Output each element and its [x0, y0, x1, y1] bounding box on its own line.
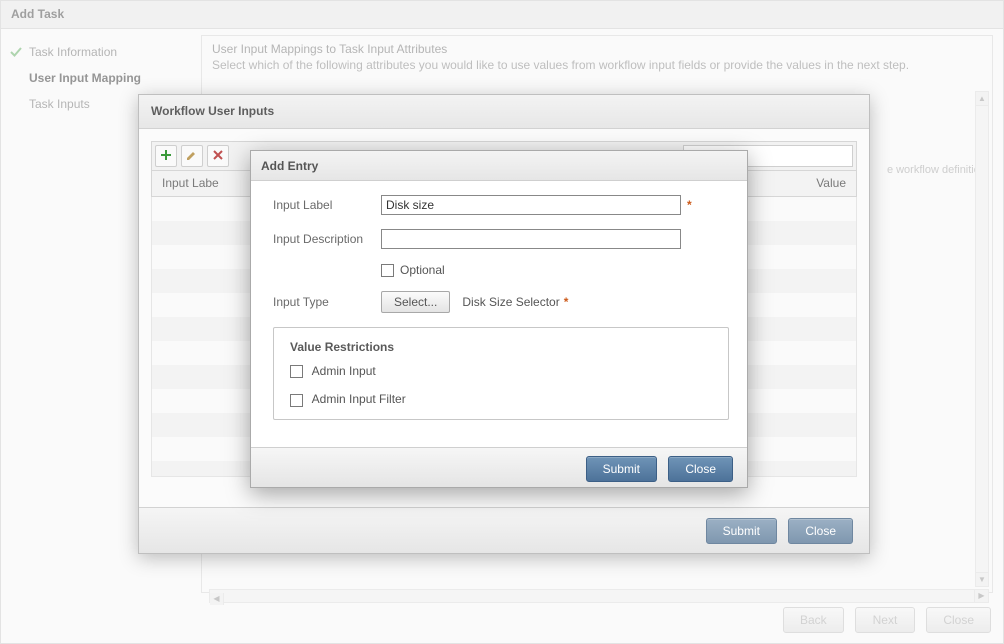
- add-entry-title: Add Entry: [251, 151, 747, 181]
- legend-value-restrictions: Value Restrictions: [290, 340, 712, 354]
- wizard-step-label: Task Inputs: [29, 97, 90, 111]
- workflow-user-inputs-footer: Submit Close: [139, 507, 869, 553]
- plus-icon: [160, 149, 172, 164]
- pencil-icon: [186, 149, 198, 164]
- label-optional: Optional: [400, 263, 445, 277]
- row-input-type: Input Type Select... Disk Size Selector …: [273, 291, 729, 313]
- label-admin-input: Admin Input: [312, 364, 376, 378]
- workflow-user-inputs-title: Workflow User Inputs: [139, 95, 869, 129]
- label-input-description: Input Description: [273, 232, 381, 246]
- row-input-label: Input Label *: [273, 195, 729, 215]
- checkmark-icon: [9, 45, 23, 59]
- optional-checkbox[interactable]: [381, 264, 394, 277]
- submit-button[interactable]: Submit: [706, 518, 777, 544]
- x-icon: [212, 149, 224, 164]
- submit-button[interactable]: Submit: [586, 456, 657, 482]
- value-restrictions-fieldset: Value Restrictions Admin Input Admin Inp…: [273, 327, 729, 420]
- label-admin-input-filter: Admin Input Filter: [312, 392, 406, 406]
- selected-type-value: Disk Size Selector: [462, 295, 559, 309]
- required-indicator-icon: *: [564, 295, 569, 309]
- main-heading: User Input Mappings to Task Input Attrib…: [212, 42, 986, 56]
- wizard-step-label: Task Information: [29, 45, 117, 59]
- side-hint: e workflow definition: [887, 164, 986, 176]
- add-entry-footer: Submit Close: [251, 447, 747, 487]
- add-task-title: Add Task: [1, 1, 1003, 29]
- scroll-left-icon[interactable]: ◀: [210, 593, 224, 605]
- label-input-label: Input Label: [273, 198, 381, 212]
- edit-button[interactable]: [181, 145, 203, 167]
- scroll-right-icon[interactable]: ▶: [974, 590, 988, 602]
- scroll-up-icon[interactable]: ▲: [976, 92, 988, 106]
- back-button[interactable]: Back: [783, 607, 844, 633]
- wizard-step-user-input-mapping[interactable]: User Input Mapping: [11, 65, 191, 91]
- delete-button[interactable]: [207, 145, 229, 167]
- input-label-field[interactable]: [381, 195, 681, 215]
- add-button[interactable]: [155, 145, 177, 167]
- select-type-button[interactable]: Select...: [381, 291, 450, 313]
- vertical-scrollbar[interactable]: ▲ ▼: [975, 91, 989, 587]
- input-description-field[interactable]: [381, 229, 681, 249]
- main-subheading: Select which of the following attributes…: [212, 58, 986, 72]
- label-input-type: Input Type: [273, 295, 381, 309]
- wizard-step-task-information[interactable]: Task Information: [11, 39, 191, 65]
- close-button[interactable]: Close: [788, 518, 853, 544]
- row-optional: Optional: [273, 263, 729, 277]
- close-button[interactable]: Close: [668, 456, 733, 482]
- required-indicator-icon: *: [687, 198, 692, 212]
- admin-input-checkbox[interactable]: [290, 365, 303, 378]
- close-button[interactable]: Close: [926, 607, 991, 633]
- wizard-footer: Back Next Close: [775, 607, 991, 633]
- add-entry-body: Input Label * Input Description Optional…: [251, 181, 747, 430]
- row-input-description: Input Description: [273, 229, 729, 249]
- wizard-step-label: User Input Mapping: [29, 71, 141, 85]
- add-entry-dialog: Add Entry Input Label * Input Descriptio…: [250, 150, 748, 488]
- admin-input-filter-checkbox[interactable]: [290, 394, 303, 407]
- next-button[interactable]: Next: [855, 607, 915, 633]
- scroll-down-icon[interactable]: ▼: [976, 572, 988, 586]
- horizontal-scrollbar[interactable]: ◀ ▶: [209, 589, 989, 603]
